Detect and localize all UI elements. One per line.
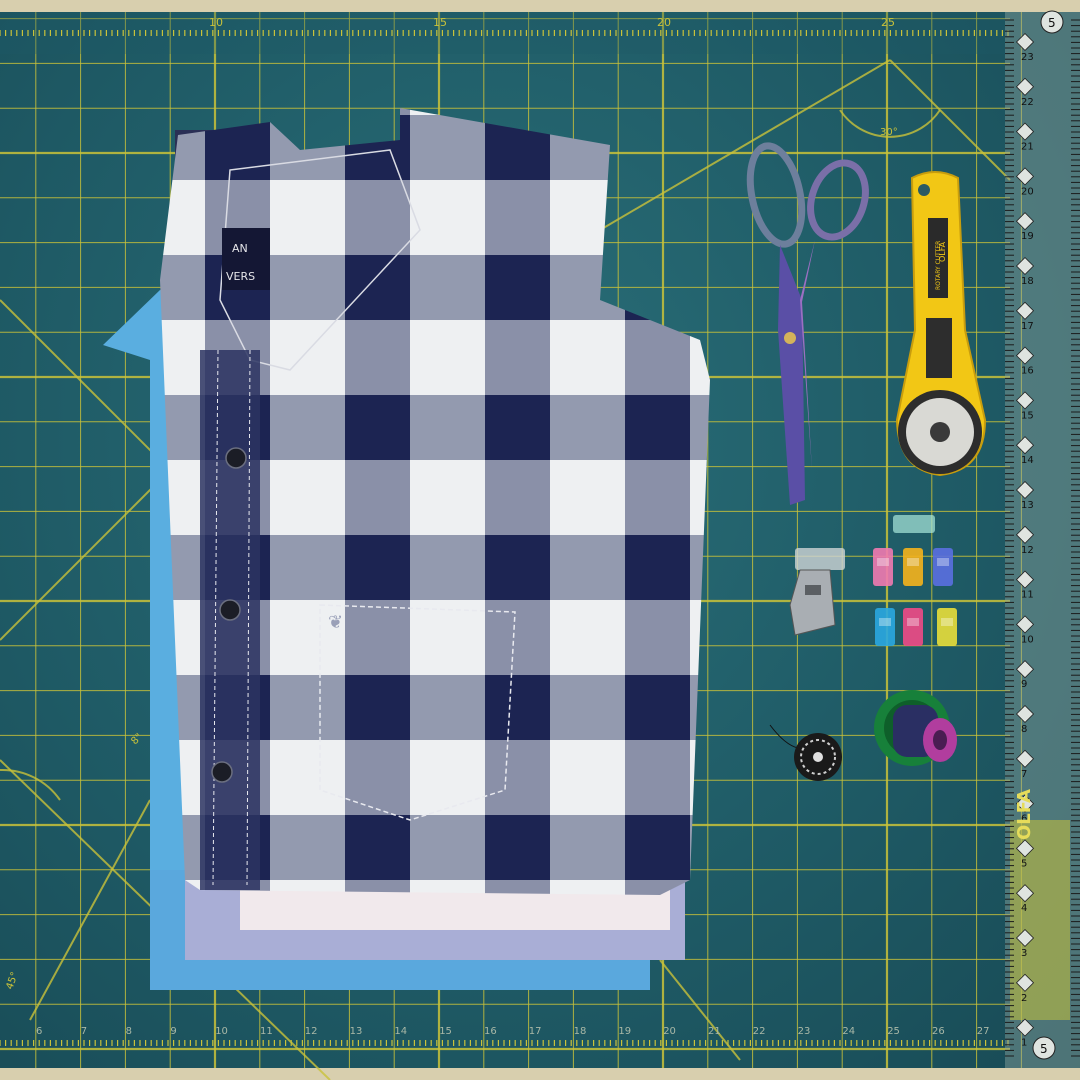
bottom-ruler-number: 26: [932, 1026, 945, 1037]
side-ruler-bottom-badge: 5: [1040, 1042, 1048, 1056]
presser-foot-icon: [789, 548, 845, 636]
side-ruler-number: 13: [1021, 500, 1034, 511]
wonder-clip-icon: [933, 548, 953, 586]
wonder-clip-icon: [937, 608, 957, 646]
top-ruler-25: 25: [881, 16, 895, 29]
angle-mark-45: 45°: [4, 971, 20, 991]
bottom-ruler-number: 15: [439, 1026, 452, 1037]
bottom-ruler-number: 12: [305, 1026, 318, 1037]
side-ruler: 2322212019181716151413121110987654321 OL…: [1005, 10, 1080, 1068]
plaid-shirt: ❦ AN VERS: [160, 108, 710, 895]
top-ruler-10: 10: [209, 16, 223, 29]
wonder-clip-icon: [903, 608, 923, 646]
top-ruler-15: 15: [433, 16, 447, 29]
side-ruler-brand: OLFA: [1014, 789, 1035, 840]
shirt-label-line1: AN: [232, 242, 248, 255]
side-ruler-number: 1: [1021, 1038, 1027, 1049]
wonder-clip-icon: [893, 515, 935, 533]
bottom-ruler-number: 16: [484, 1026, 497, 1037]
bottom-ruler-number: 20: [663, 1026, 676, 1037]
side-ruler-number: 14: [1021, 455, 1034, 466]
angle-mark-8in: 8": [129, 732, 145, 748]
scissors-icon: [746, 142, 869, 505]
side-ruler-number: 22: [1021, 97, 1034, 108]
top-ruler-20: 20: [657, 16, 671, 29]
side-ruler-number: 17: [1021, 321, 1034, 332]
shirt-button: [211, 761, 233, 783]
side-ruler-number: 16: [1021, 366, 1034, 377]
bottom-ruler-number: 23: [798, 1026, 811, 1037]
side-ruler-number: 20: [1021, 186, 1034, 197]
shirt-button: [225, 447, 247, 469]
logo-eagle-icon: ❦: [328, 612, 343, 633]
bottom-ruler-number: 11: [260, 1026, 273, 1037]
side-ruler-number: 11: [1021, 590, 1034, 601]
side-ruler-number: 9: [1021, 679, 1027, 690]
side-ruler-number: 4: [1021, 903, 1027, 914]
bottom-ruler-number: 24: [842, 1026, 855, 1037]
bottom-ruler-number: 9: [170, 1026, 176, 1037]
wonder-clip-icon: [875, 608, 895, 646]
side-ruler-number: 15: [1021, 410, 1034, 421]
side-ruler-number: 5: [1021, 858, 1027, 869]
bottom-ruler-number: 17: [529, 1026, 542, 1037]
side-ruler-number: 21: [1021, 142, 1034, 153]
sewing-flatlay-scene: 10 15 20 25 6 7 8 9 10 11 12 13 14 15 16 17 18 19 20 21…: [0, 0, 1080, 1080]
side-ruler-number: 12: [1021, 545, 1034, 556]
bottom-ruler-number: 22: [753, 1026, 766, 1037]
bottom-ruler-number: 19: [618, 1026, 631, 1037]
bottom-ruler-number: 13: [350, 1026, 363, 1037]
bottom-ruler-number: 8: [126, 1026, 132, 1037]
bottom-ruler-number: 6: [36, 1026, 42, 1037]
bottom-ruler-number: 14: [394, 1026, 407, 1037]
side-ruler-number: 2: [1021, 993, 1027, 1004]
cutter-label: ROTARY CUTTER: [935, 241, 942, 290]
side-ruler-number: 19: [1021, 231, 1034, 242]
bottom-ruler-number: 25: [887, 1026, 900, 1037]
shirt-label-line2: VERS: [226, 270, 255, 283]
side-ruler-number: 8: [1021, 724, 1027, 735]
wonder-clips: [873, 515, 957, 646]
top-ruler: 10 15 20 25: [0, 12, 1010, 54]
shirt-button: [219, 599, 241, 621]
bottom-ruler-number: 10: [215, 1026, 228, 1037]
side-ruler-number: 18: [1021, 276, 1034, 287]
side-ruler-number: 3: [1021, 948, 1027, 959]
thread-spool-icon: [874, 690, 957, 766]
bottom-ruler-number: 27: [977, 1026, 990, 1037]
side-ruler-number: 7: [1021, 769, 1027, 780]
bottom-ruler-number: 7: [81, 1026, 87, 1037]
side-ruler-top-badge: 5: [1048, 16, 1056, 30]
wonder-clip-icon: [873, 548, 893, 586]
angle-mark-30: 30°: [880, 127, 898, 138]
bottom-ruler-number: 18: [574, 1026, 587, 1037]
bottom-ruler: 6 7 8 9 10 11 12 13 14 15 16 17 18 19 20 21 22 23 24 25 26 27: [0, 1026, 1009, 1046]
rotary-cutter-icon: OLFA ROTARY CUTTER: [895, 171, 987, 477]
wonder-clip-icon: [903, 548, 923, 586]
side-ruler-number: 10: [1021, 634, 1034, 645]
side-ruler-number: 23: [1021, 52, 1034, 63]
bobbin-icon: [769, 724, 842, 781]
scene-svg: 10 15 20 25 6 7 8 9 10 11 12 13 14 15 16 17 18 19 20 21…: [0, 10, 1080, 1080]
bottom-ruler-number: 21: [708, 1026, 721, 1037]
